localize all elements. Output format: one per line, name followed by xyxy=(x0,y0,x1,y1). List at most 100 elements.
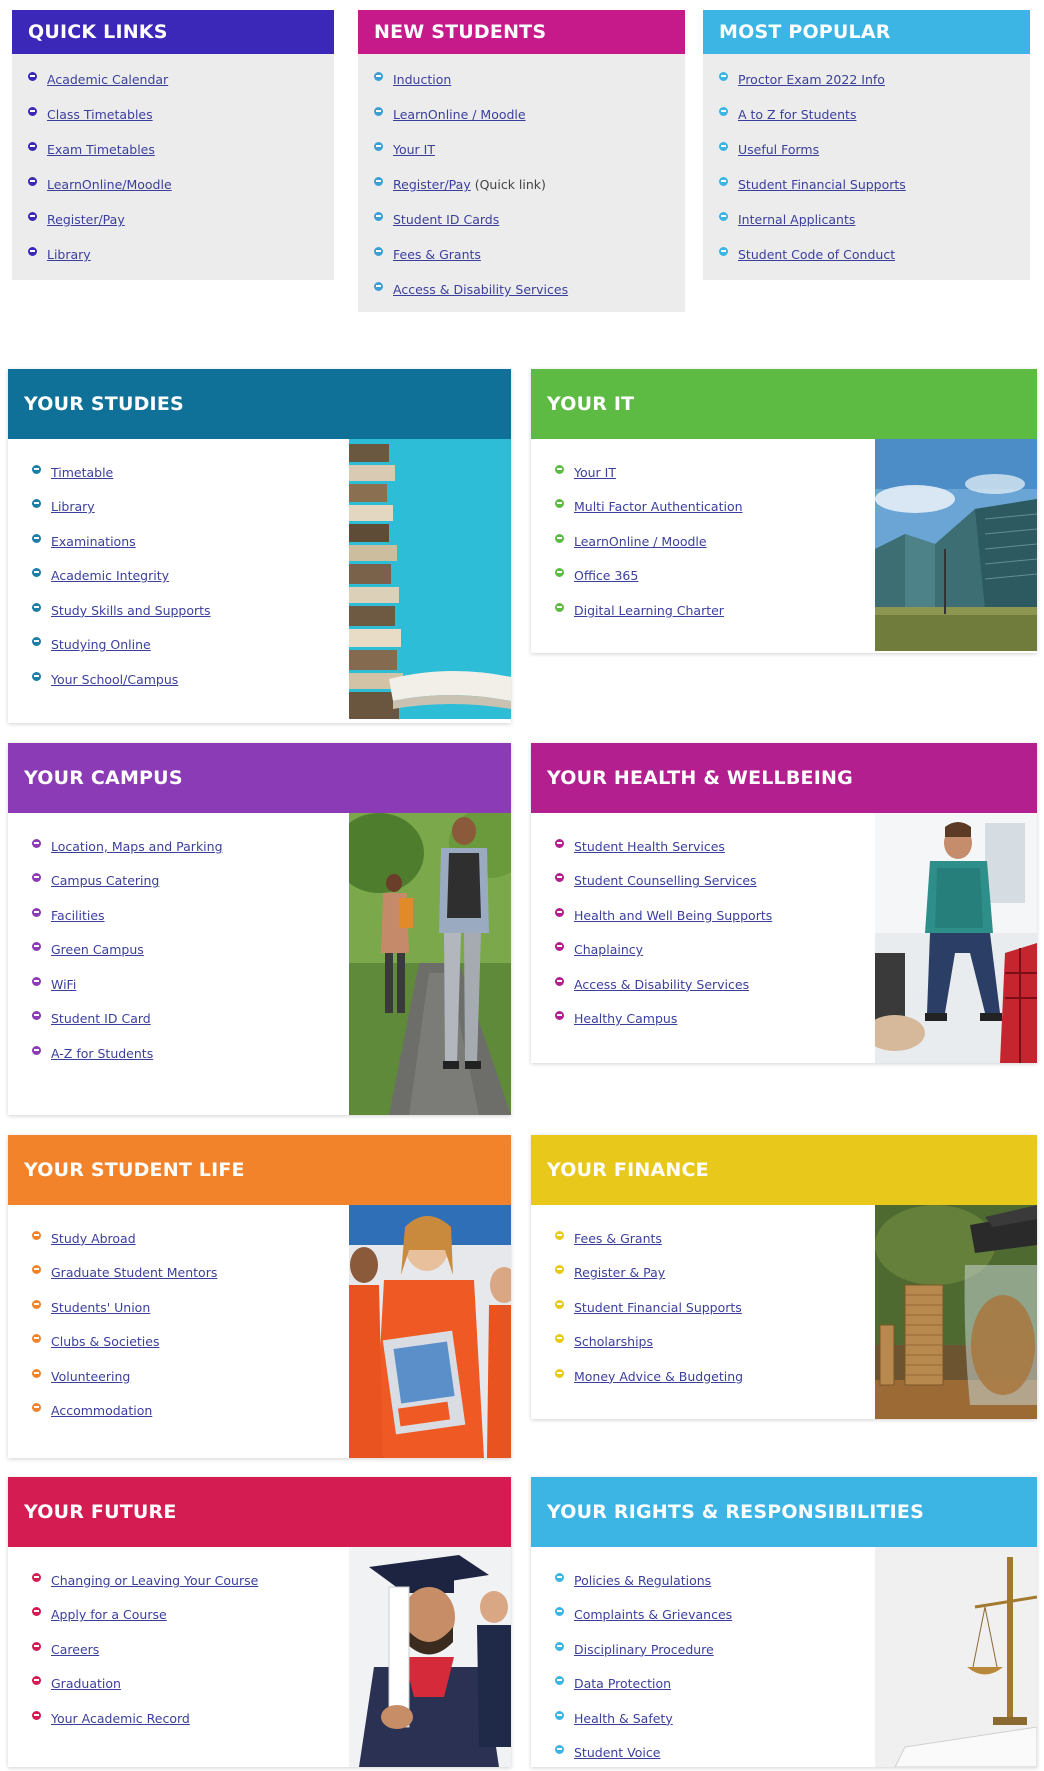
link-multi-factor-authentication[interactable]: Multi Factor Authentication xyxy=(574,499,743,514)
link-health-and-well-being-supports[interactable]: Health and Well Being Supports xyxy=(574,908,772,923)
link-student-id-cards[interactable]: Student ID Cards xyxy=(393,212,499,227)
link-access-disability-services[interactable]: Access & Disability Services xyxy=(574,977,749,992)
link-a-z-for-students[interactable]: A-Z for Students xyxy=(51,1046,153,1061)
link-fees-grants[interactable]: Fees & Grants xyxy=(393,247,481,262)
link-learnonline-moodle[interactable]: LearnOnline/Moodle xyxy=(47,177,172,192)
list-item: Careers xyxy=(32,1632,332,1667)
link-study-skills-and-supports[interactable]: Study Skills and Supports xyxy=(51,603,211,618)
your-finance-list: Fees & Grants Register & Pay Student Finan… xyxy=(531,1205,855,1394)
plus-circle-icon xyxy=(32,1299,41,1309)
link-chaplaincy[interactable]: Chaplaincy xyxy=(574,942,643,957)
your-finance-title: YOUR FINANCE xyxy=(531,1135,1037,1205)
link-disciplinary-procedure[interactable]: Disciplinary Procedure xyxy=(574,1642,714,1657)
link-class-timetables[interactable]: Class Timetables xyxy=(47,107,153,122)
plus-circle-icon xyxy=(374,247,383,256)
link-careers[interactable]: Careers xyxy=(51,1642,99,1657)
list-item: Health & Safety xyxy=(555,1701,855,1736)
list-item: Study Skills and Supports xyxy=(32,593,332,628)
plus-circle-icon xyxy=(28,107,37,116)
link-register-pay[interactable]: Register & Pay xyxy=(574,1265,665,1280)
link-scholarships[interactable]: Scholarships xyxy=(574,1334,653,1349)
link-student-financial-supports[interactable]: Student Financial Supports xyxy=(574,1300,742,1315)
list-item: Register & Pay xyxy=(555,1256,855,1291)
link-student-voice[interactable]: Student Voice xyxy=(574,1745,660,1760)
link-your-it[interactable]: Your IT xyxy=(574,465,616,480)
your-it-section: YOUR IT Your IT Multi Factor Authenticati… xyxy=(531,369,1037,653)
link-your-school-campus[interactable]: Your School/Campus xyxy=(51,672,178,687)
link-library[interactable]: Library xyxy=(47,247,91,262)
link-library[interactable]: Library xyxy=(51,499,95,514)
plus-circle-icon xyxy=(32,464,41,474)
link-academic-integrity[interactable]: Academic Integrity xyxy=(51,568,169,583)
link-data-protection[interactable]: Data Protection xyxy=(574,1676,671,1691)
link-internal-applicants[interactable]: Internal Applicants xyxy=(738,212,855,227)
link-student-financial-supports[interactable]: Student Financial Supports xyxy=(738,177,906,192)
link-clubs-societies[interactable]: Clubs & Societies xyxy=(51,1334,159,1349)
list-item: Complaints & Grievances xyxy=(555,1598,855,1633)
link-exam-timetables[interactable]: Exam Timetables xyxy=(47,142,155,157)
list-item: Fees & Grants xyxy=(374,237,685,272)
link-learnonline-moodle[interactable]: LearnOnline / Moodle xyxy=(393,107,526,122)
link-access-disability-services[interactable]: Access & Disability Services xyxy=(393,282,568,297)
link-student-health-services[interactable]: Student Health Services xyxy=(574,839,725,854)
link-register-pay[interactable]: Register/Pay xyxy=(393,177,471,192)
list-item: Location, Maps and Parking xyxy=(32,829,332,864)
most-popular-box: MOST POPULAR Proctor Exam 2022 Info A to … xyxy=(703,10,1030,280)
link-a-to-z-for-students[interactable]: A to Z for Students xyxy=(738,107,856,122)
plus-circle-icon xyxy=(555,568,564,578)
link-useful-forms[interactable]: Useful Forms xyxy=(738,142,819,157)
link-student-id-card[interactable]: Student ID Card xyxy=(51,1011,151,1026)
plus-circle-icon xyxy=(374,142,383,151)
link-location-maps-and-parking[interactable]: Location, Maps and Parking xyxy=(51,839,223,854)
new-students-box: NEW STUDENTS Induction LearnOnline / Mood… xyxy=(358,10,685,312)
plus-circle-icon xyxy=(555,873,564,883)
plus-circle-icon xyxy=(555,838,564,848)
link-student-code-of-conduct[interactable]: Student Code of Conduct xyxy=(738,247,895,262)
link-students-union[interactable]: Students' Union xyxy=(51,1300,150,1315)
link-fees-grants[interactable]: Fees & Grants xyxy=(574,1231,662,1246)
link-graduate-student-mentors[interactable]: Graduate Student Mentors xyxy=(51,1265,217,1280)
plus-circle-icon xyxy=(555,602,564,612)
link-student-counselling-services[interactable]: Student Counselling Services xyxy=(574,873,757,888)
graduation-image xyxy=(349,1547,511,1767)
list-item: Policies & Regulations xyxy=(555,1563,855,1598)
link-accommodation[interactable]: Accommodation xyxy=(51,1403,152,1418)
list-item: Register/Pay xyxy=(28,202,334,237)
link-facilities[interactable]: Facilities xyxy=(51,908,105,923)
link-apply-for-a-course[interactable]: Apply for a Course xyxy=(51,1607,167,1622)
link-office-365[interactable]: Office 365 xyxy=(574,568,638,583)
list-item: Your IT xyxy=(374,132,685,167)
link-your-it[interactable]: Your IT xyxy=(393,142,435,157)
link-complaints-grievances[interactable]: Complaints & Grievances xyxy=(574,1607,732,1622)
link-academic-calendar[interactable]: Academic Calendar xyxy=(47,72,168,87)
plus-circle-icon xyxy=(32,1045,41,1055)
link-digital-learning-charter[interactable]: Digital Learning Charter xyxy=(574,603,724,618)
justice-scales-image xyxy=(875,1547,1037,1767)
link-learnonline-moodle[interactable]: LearnOnline / Moodle xyxy=(574,534,707,549)
link-induction[interactable]: Induction xyxy=(393,72,451,87)
link-proctor-exam-2022-info[interactable]: Proctor Exam 2022 Info xyxy=(738,72,885,87)
link-studying-online[interactable]: Studying Online xyxy=(51,637,151,652)
list-item: Examinations xyxy=(32,524,332,559)
link-wifi[interactable]: WiFi xyxy=(51,977,76,992)
link-graduation[interactable]: Graduation xyxy=(51,1676,121,1691)
plus-circle-icon xyxy=(555,533,564,543)
link-campus-catering[interactable]: Campus Catering xyxy=(51,873,159,888)
link-examinations[interactable]: Examinations xyxy=(51,534,136,549)
link-policies-regulations[interactable]: Policies & Regulations xyxy=(574,1573,711,1588)
link-timetable[interactable]: Timetable xyxy=(51,465,113,480)
link-study-abroad[interactable]: Study Abroad xyxy=(51,1231,136,1246)
list-item: Student ID Cards xyxy=(374,202,685,237)
link-volunteering[interactable]: Volunteering xyxy=(51,1369,130,1384)
link-money-advice-budgeting[interactable]: Money Advice & Budgeting xyxy=(574,1369,743,1384)
link-green-campus[interactable]: Green Campus xyxy=(51,942,144,957)
link-health-safety[interactable]: Health & Safety xyxy=(574,1711,673,1726)
plus-circle-icon xyxy=(32,1710,41,1720)
link-healthy-campus[interactable]: Healthy Campus xyxy=(574,1011,677,1026)
link-changing-or-leaving-your-course[interactable]: Changing or Leaving Your Course xyxy=(51,1573,258,1588)
coins-savings-image xyxy=(875,1205,1037,1419)
link-your-academic-record[interactable]: Your Academic Record xyxy=(51,1711,190,1726)
plus-circle-icon xyxy=(32,671,41,681)
plus-circle-icon xyxy=(555,942,564,952)
link-register-pay[interactable]: Register/Pay xyxy=(47,212,125,227)
